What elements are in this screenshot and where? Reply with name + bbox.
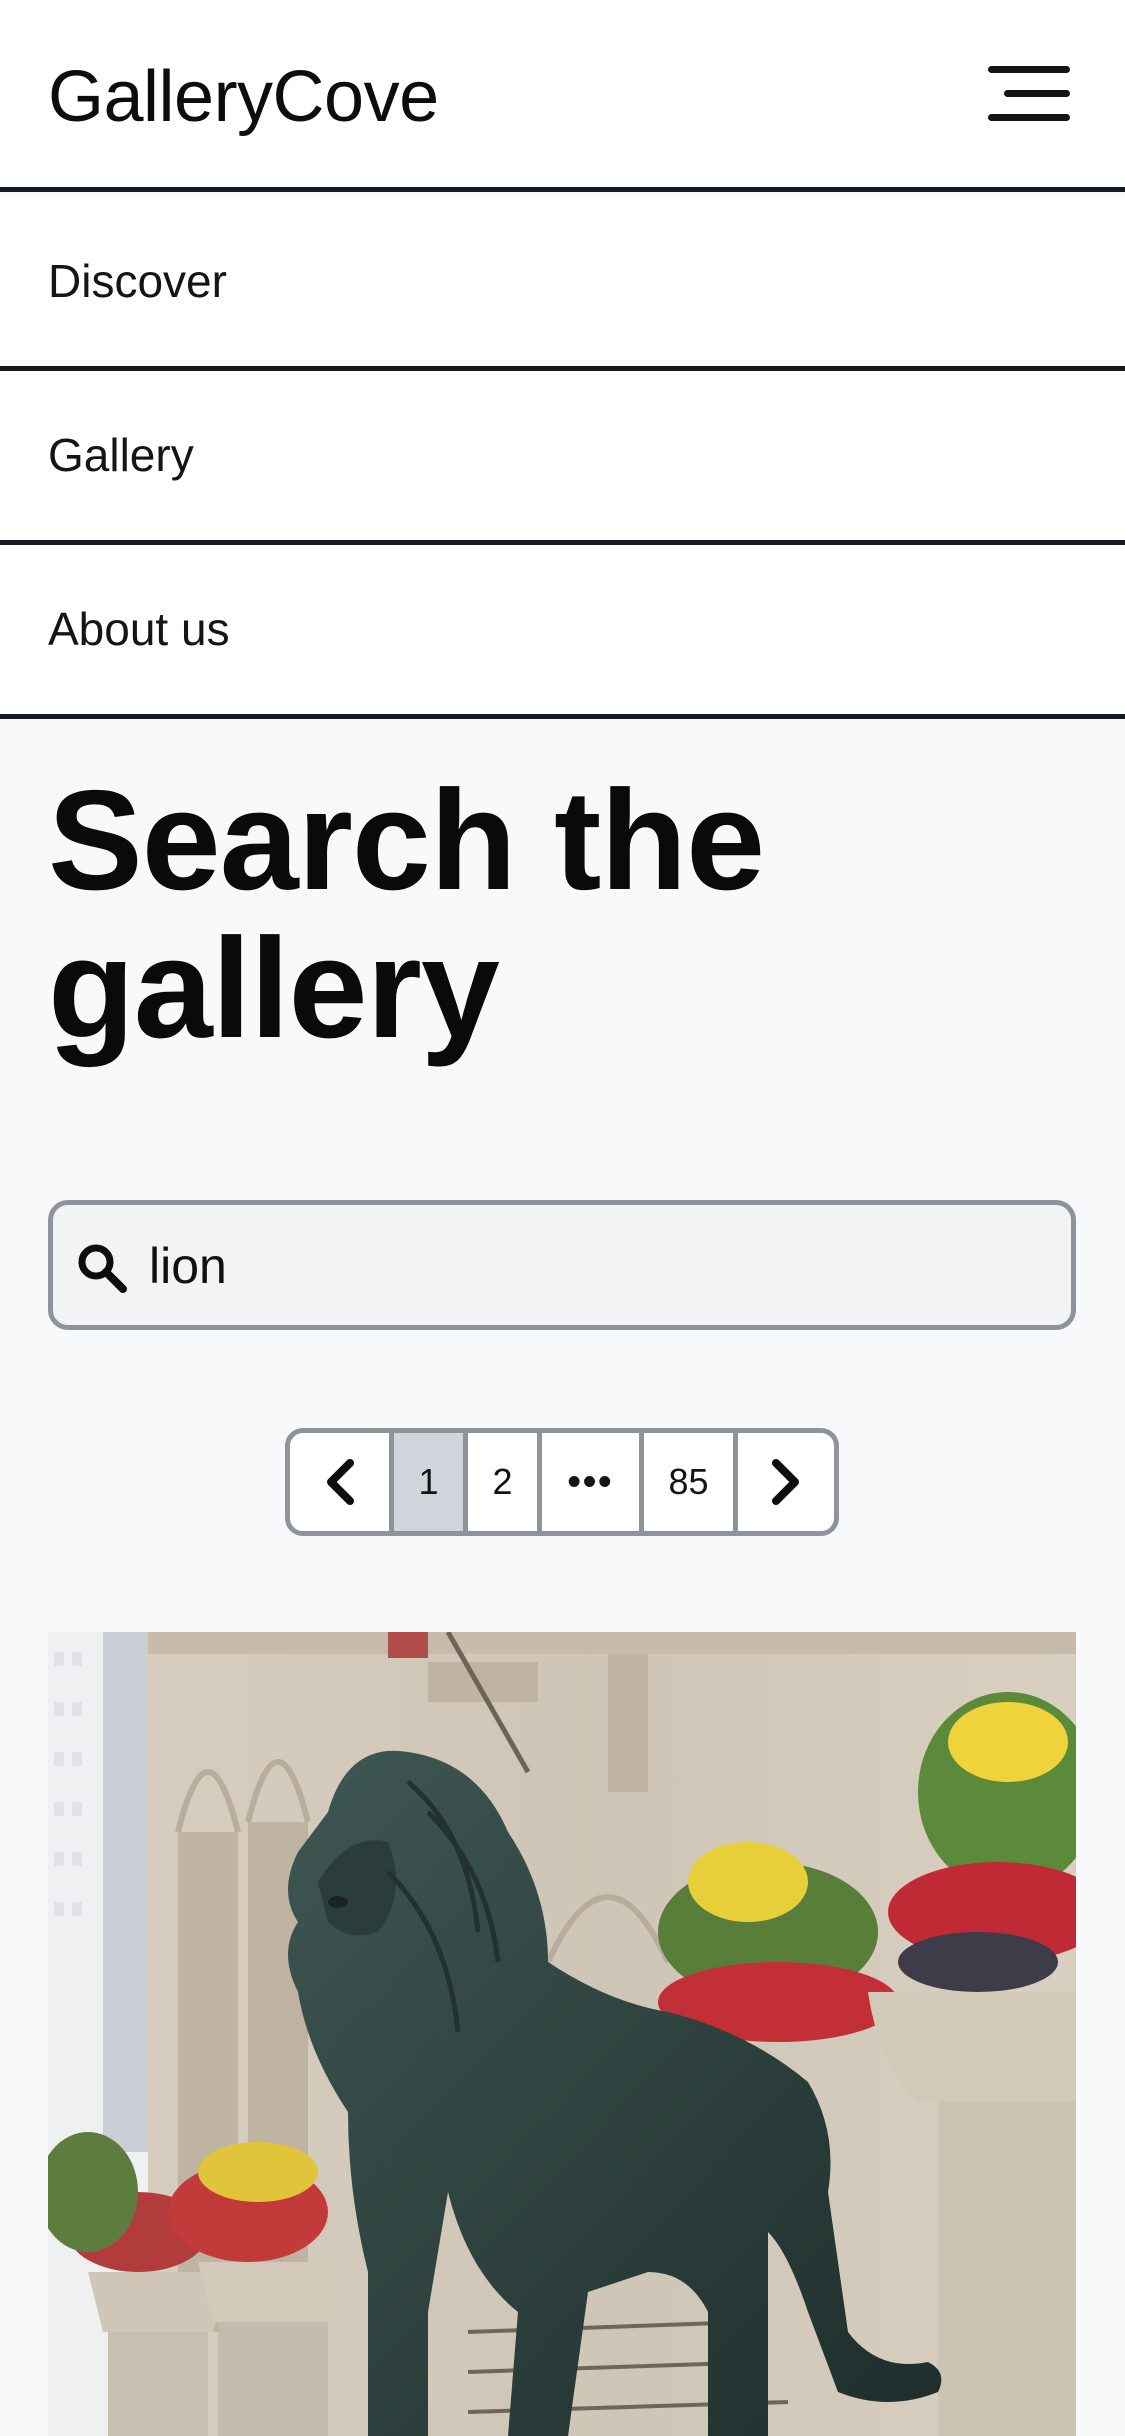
page-button-85[interactable]: 85: [644, 1433, 738, 1531]
pagination: 1 2 ••• 85: [285, 1428, 839, 1536]
nav-item-discover[interactable]: Discover: [0, 197, 1125, 371]
search-input[interactable]: [149, 1229, 1049, 1303]
search-field[interactable]: [48, 1200, 1076, 1330]
page-button-2[interactable]: 2: [468, 1433, 542, 1531]
menu-bar: [988, 114, 1070, 121]
brand-logo[interactable]: GalleryCove: [48, 52, 439, 142]
search-icon: [78, 1244, 127, 1293]
main-content: Search the gallery 1 2 ••• 85: [0, 719, 1125, 2436]
lion-statue-image: [48, 1632, 1076, 2436]
nav-item-label: Gallery: [48, 429, 194, 481]
menu-bar: [988, 66, 1070, 73]
page-button-1[interactable]: 1: [394, 1433, 468, 1531]
next-page-button[interactable]: [738, 1433, 834, 1531]
app-header: GalleryCove: [0, 0, 1125, 192]
chevron-left-icon: [326, 1459, 354, 1505]
chevron-right-icon: [772, 1459, 799, 1505]
nav-item-about-us[interactable]: About us: [0, 545, 1125, 719]
page-title: Search the gallery: [48, 761, 765, 1068]
nav-item-label: About us: [48, 603, 230, 655]
nav-item-gallery[interactable]: Gallery: [0, 371, 1125, 545]
nav-item-label: Discover: [48, 255, 227, 307]
hamburger-menu-icon[interactable]: [988, 66, 1070, 122]
page-ellipsis: •••: [542, 1433, 644, 1531]
artwork-card-image[interactable]: [48, 1632, 1076, 2436]
menu-bar: [1004, 90, 1070, 97]
prev-page-button[interactable]: [290, 1433, 394, 1531]
